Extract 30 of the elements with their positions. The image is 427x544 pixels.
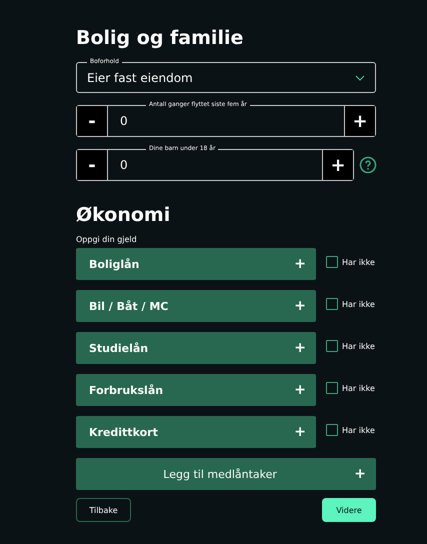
debt-category-button[interactable]: Studielån + [76,332,316,364]
checkbox[interactable] [326,382,338,394]
stepper-value: 0 [119,114,129,128]
checkbox[interactable] [326,424,338,436]
checkbox[interactable] [326,298,338,310]
checkbox-label: Har ikke [342,300,375,308]
stepper-value: 0 [119,158,129,172]
field-label: Oppgi din gjeld [76,235,138,244]
checkbox-label: Har ikke [342,258,375,266]
select-value: Eier fast eiendom [87,70,194,84]
checkbox-label: Har ikke [342,342,375,350]
section-title: Økonomi [76,203,172,227]
debt-category-button[interactable]: Kredittkort + [76,416,316,448]
add-co-borrower-button[interactable]: Legg til medlåntaker + [76,458,376,490]
debt-category-button[interactable]: Boliglån + [76,248,316,280]
increment-button[interactable]: + [322,150,353,180]
chevron-down-icon [355,74,365,80]
help-icon[interactable] [359,156,377,174]
checkbox-label: Har ikke [342,426,375,434]
section-title: Bolig og familie [76,26,244,50]
increment-button[interactable]: + [344,106,375,136]
checkbox-label: Har ikke [342,384,375,392]
back-button[interactable]: Tilbake [76,498,131,522]
checkbox[interactable] [326,256,338,268]
debt-category-button[interactable]: Bil / Båt / MC + [76,290,316,322]
checkbox[interactable] [326,340,338,352]
debt-category-button[interactable]: Forbrukslån + [76,374,316,406]
decrement-button[interactable]: - [77,150,108,180]
decrement-button[interactable]: - [77,106,108,136]
next-button[interactable]: Videre [322,498,376,522]
